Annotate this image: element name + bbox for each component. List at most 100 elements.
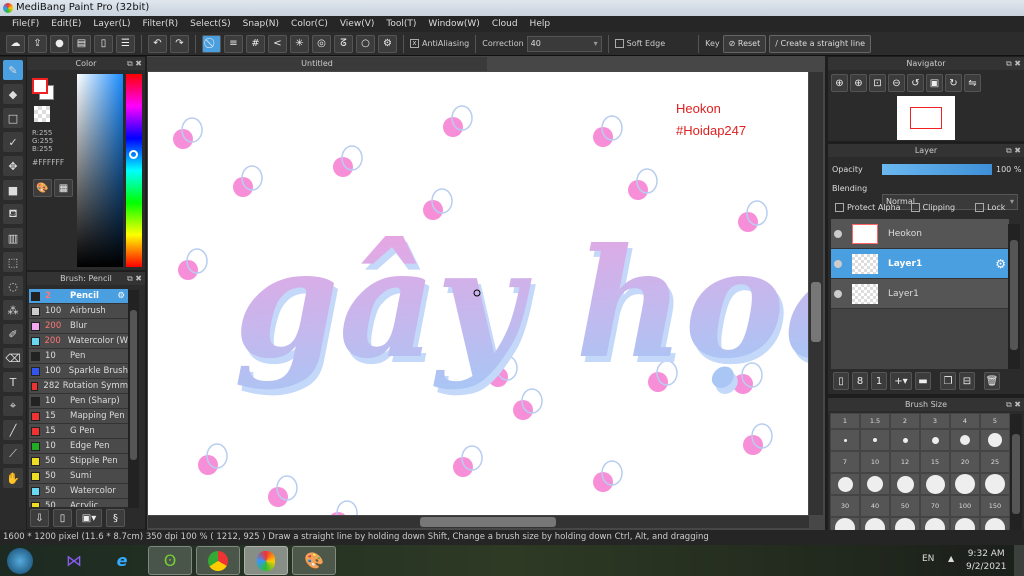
brush-item[interactable]: 200 Watercolor (W: [29, 334, 128, 349]
menu-item[interactable]: Color(C): [285, 16, 334, 32]
brush-size-preview[interactable]: [950, 473, 980, 495]
undo-button[interactable]: ↶: [148, 34, 167, 53]
brush-size-cell[interactable]: 20: [950, 451, 980, 473]
brush-item[interactable]: 15 G Pen: [29, 424, 128, 439]
brush-item[interactable]: 50 Acrylic: [29, 499, 128, 507]
select-pen-tool-icon[interactable]: ✐: [3, 324, 23, 344]
language-indicator[interactable]: EN: [922, 554, 934, 564]
layer-item[interactable]: Layer1 ⚙: [831, 249, 1009, 279]
snap-grid-icon[interactable]: #: [246, 34, 265, 53]
document-icon[interactable]: ▯: [94, 34, 113, 53]
snap-radial-icon[interactable]: ✳: [290, 34, 309, 53]
brush-item[interactable]: 200 Blur: [29, 319, 128, 334]
new-layer-icon[interactable]: ▯: [833, 372, 849, 390]
delete-layer-icon[interactable]: 🗑: [984, 372, 1000, 390]
message-icon[interactable]: ▤: [72, 34, 91, 53]
brush-item[interactable]: 15 Mapping Pen: [29, 409, 128, 424]
snap-ellipse-icon[interactable]: ○: [356, 34, 375, 53]
folder-icon[interactable]: ▬: [915, 372, 931, 390]
brush-item[interactable]: 50 Stipple Pen: [29, 454, 128, 469]
brush-item[interactable]: 100 Sparkle Brush: [29, 364, 128, 379]
brush-size-preview[interactable]: [890, 473, 920, 495]
show-hidden-icons-icon[interactable]: ▲: [948, 554, 954, 563]
brush-size-cell[interactable]: 1: [830, 413, 860, 429]
fit-icon[interactable]: ⊡: [869, 74, 886, 92]
clipping-checkbox[interactable]: Clipping: [910, 203, 955, 212]
layer-scrollbar[interactable]: [1008, 224, 1020, 369]
menu-item[interactable]: File(F): [6, 16, 45, 32]
snap-settings-icon[interactable]: ⚙: [378, 34, 397, 53]
zoom-in-icon[interactable]: ⊕: [831, 74, 848, 92]
brush-item[interactable]: 10 Pen: [29, 349, 128, 364]
brush-size-cell[interactable]: 25: [980, 451, 1010, 473]
close-icon[interactable]: ⧉ ✖: [1006, 398, 1021, 411]
hue-slider[interactable]: [126, 74, 142, 267]
zoom-in-icon[interactable]: ⊕: [850, 74, 867, 92]
create-straight-line-button[interactable]: / Create a straight line: [769, 34, 872, 53]
gear-icon[interactable]: ⚙: [117, 291, 125, 301]
navigator-preview[interactable]: [897, 96, 955, 140]
brush-size-scrollbar[interactable]: [1010, 414, 1022, 530]
brush-size-cell[interactable]: 2: [890, 413, 920, 429]
brush-size-preview[interactable]: [950, 429, 980, 451]
vertical-scrollbar[interactable]: [809, 72, 823, 515]
brush-size-cell[interactable]: 12: [890, 451, 920, 473]
brush-item[interactable]: 10 Pen (Sharp): [29, 394, 128, 409]
zoom-out-icon[interactable]: ⊖: [888, 74, 905, 92]
hand-tool-icon[interactable]: ✋: [3, 468, 23, 488]
brush-item[interactable]: 50 Sumi: [29, 469, 128, 484]
rotate-right-icon[interactable]: ↻: [945, 74, 962, 92]
redo-button[interactable]: ↷: [170, 34, 189, 53]
close-icon[interactable]: ⧉ ✖: [127, 57, 142, 70]
brush-menu-icon[interactable]: ▣▾: [76, 509, 102, 527]
new-brush-icon[interactable]: ▯: [53, 509, 72, 527]
visual-studio-icon[interactable]: ⋈: [52, 546, 96, 575]
horizontal-scrollbar[interactable]: [148, 516, 809, 528]
brush-size-cell[interactable]: 40: [860, 495, 890, 517]
download-brush-icon[interactable]: ⇩: [30, 509, 49, 527]
brush-item[interactable]: 2 Pencil ⚙: [29, 289, 128, 304]
snap-circle-icon[interactable]: ◎: [312, 34, 331, 53]
brush-item[interactable]: 100 Airbrush: [29, 304, 128, 319]
show-desktop-button[interactable]: [1014, 545, 1024, 576]
menu-item[interactable]: View(V): [334, 16, 381, 32]
brush-size-cell[interactable]: 4: [950, 413, 980, 429]
layer-item[interactable]: Heokon: [831, 219, 1009, 249]
visibility-icon[interactable]: [834, 229, 842, 238]
layer-item[interactable]: Layer1: [831, 279, 1009, 309]
brush-size-cell[interactable]: 10: [860, 451, 890, 473]
add-layer-menu-icon[interactable]: +▾: [890, 372, 912, 390]
rectangle-tool-icon[interactable]: □: [3, 108, 23, 128]
menu-item[interactable]: Help: [524, 16, 557, 32]
list-icon[interactable]: ☰: [116, 34, 135, 53]
foreground-color-swatch[interactable]: [32, 78, 48, 94]
menu-item[interactable]: Window(W): [422, 16, 485, 32]
close-icon[interactable]: ⧉ ✖: [127, 272, 142, 285]
brush-size-cell[interactable]: 100: [950, 495, 980, 517]
menu-item[interactable]: Select(S): [184, 16, 237, 32]
rotate-left-icon[interactable]: ↺: [907, 74, 924, 92]
cloud-icon[interactable]: ☁: [6, 34, 25, 53]
menu-item[interactable]: Cloud: [486, 16, 524, 32]
fill-rect-tool-icon[interactable]: ■: [3, 180, 23, 200]
operation-tool-icon[interactable]: ⌖: [3, 396, 23, 416]
lock-checkbox[interactable]: Lock: [975, 203, 1005, 212]
brush-size-cell[interactable]: 7: [830, 451, 860, 473]
brush-size-preview[interactable]: [980, 429, 1010, 451]
move-tool-icon[interactable]: ✥: [3, 156, 23, 176]
eraser-tool-icon[interactable]: ◆: [3, 84, 23, 104]
brush-size-cell[interactable]: 1.5: [860, 413, 890, 429]
correction-select[interactable]: 40: [526, 35, 602, 52]
brush-size-cell[interactable]: 15: [920, 451, 950, 473]
snap-parallel-icon[interactable]: ≡: [224, 34, 243, 53]
brush-size-cell[interactable]: 30: [830, 495, 860, 517]
flip-icon[interactable]: ⇋: [964, 74, 981, 92]
duplicate-layer-icon[interactable]: ❐: [940, 372, 956, 390]
menu-item[interactable]: Snap(N): [237, 16, 285, 32]
magic-wand-tool-icon[interactable]: ⁂: [3, 300, 23, 320]
paint-icon[interactable]: 🎨: [292, 546, 336, 575]
clock[interactable]: 9:32 AM 9/2/2021: [966, 548, 1006, 574]
new-1bit-layer-icon[interactable]: 1: [871, 372, 887, 390]
visibility-icon[interactable]: [834, 259, 842, 268]
menu-item[interactable]: Layer(L): [87, 16, 136, 32]
